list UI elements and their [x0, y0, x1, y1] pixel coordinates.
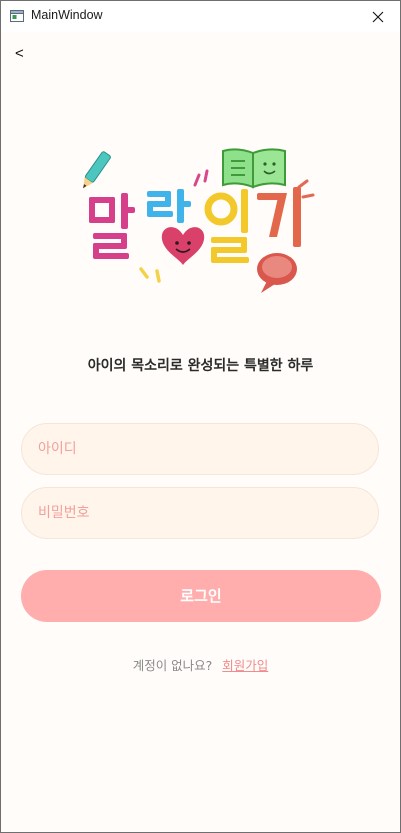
- id-field[interactable]: [21, 423, 379, 475]
- app-logo: [83, 148, 315, 293]
- signup-row: 계정이 없나요? 회원가입: [1, 655, 400, 674]
- signup-question: 계정이 없나요?: [132, 658, 213, 673]
- signup-link[interactable]: 회원가입: [222, 658, 268, 673]
- close-icon: [372, 11, 384, 22]
- id-input[interactable]: [22, 424, 378, 474]
- close-button[interactable]: [356, 1, 400, 32]
- window-title: MainWindow: [31, 8, 103, 22]
- password-input[interactable]: [22, 488, 378, 538]
- title-bar[interactable]: MainWindow: [1, 1, 400, 32]
- login-button[interactable]: 로그인: [21, 570, 381, 622]
- tagline: 아이의 목소리로 완성되는 특별한 하루: [87, 358, 314, 374]
- password-field[interactable]: [21, 487, 379, 539]
- main-window: MainWindow < 아이의 목소리로 완성되는 특별한 하루 아이디 로그…: [0, 0, 401, 833]
- window-app-icon: [10, 10, 24, 22]
- back-button[interactable]: <: [15, 43, 31, 65]
